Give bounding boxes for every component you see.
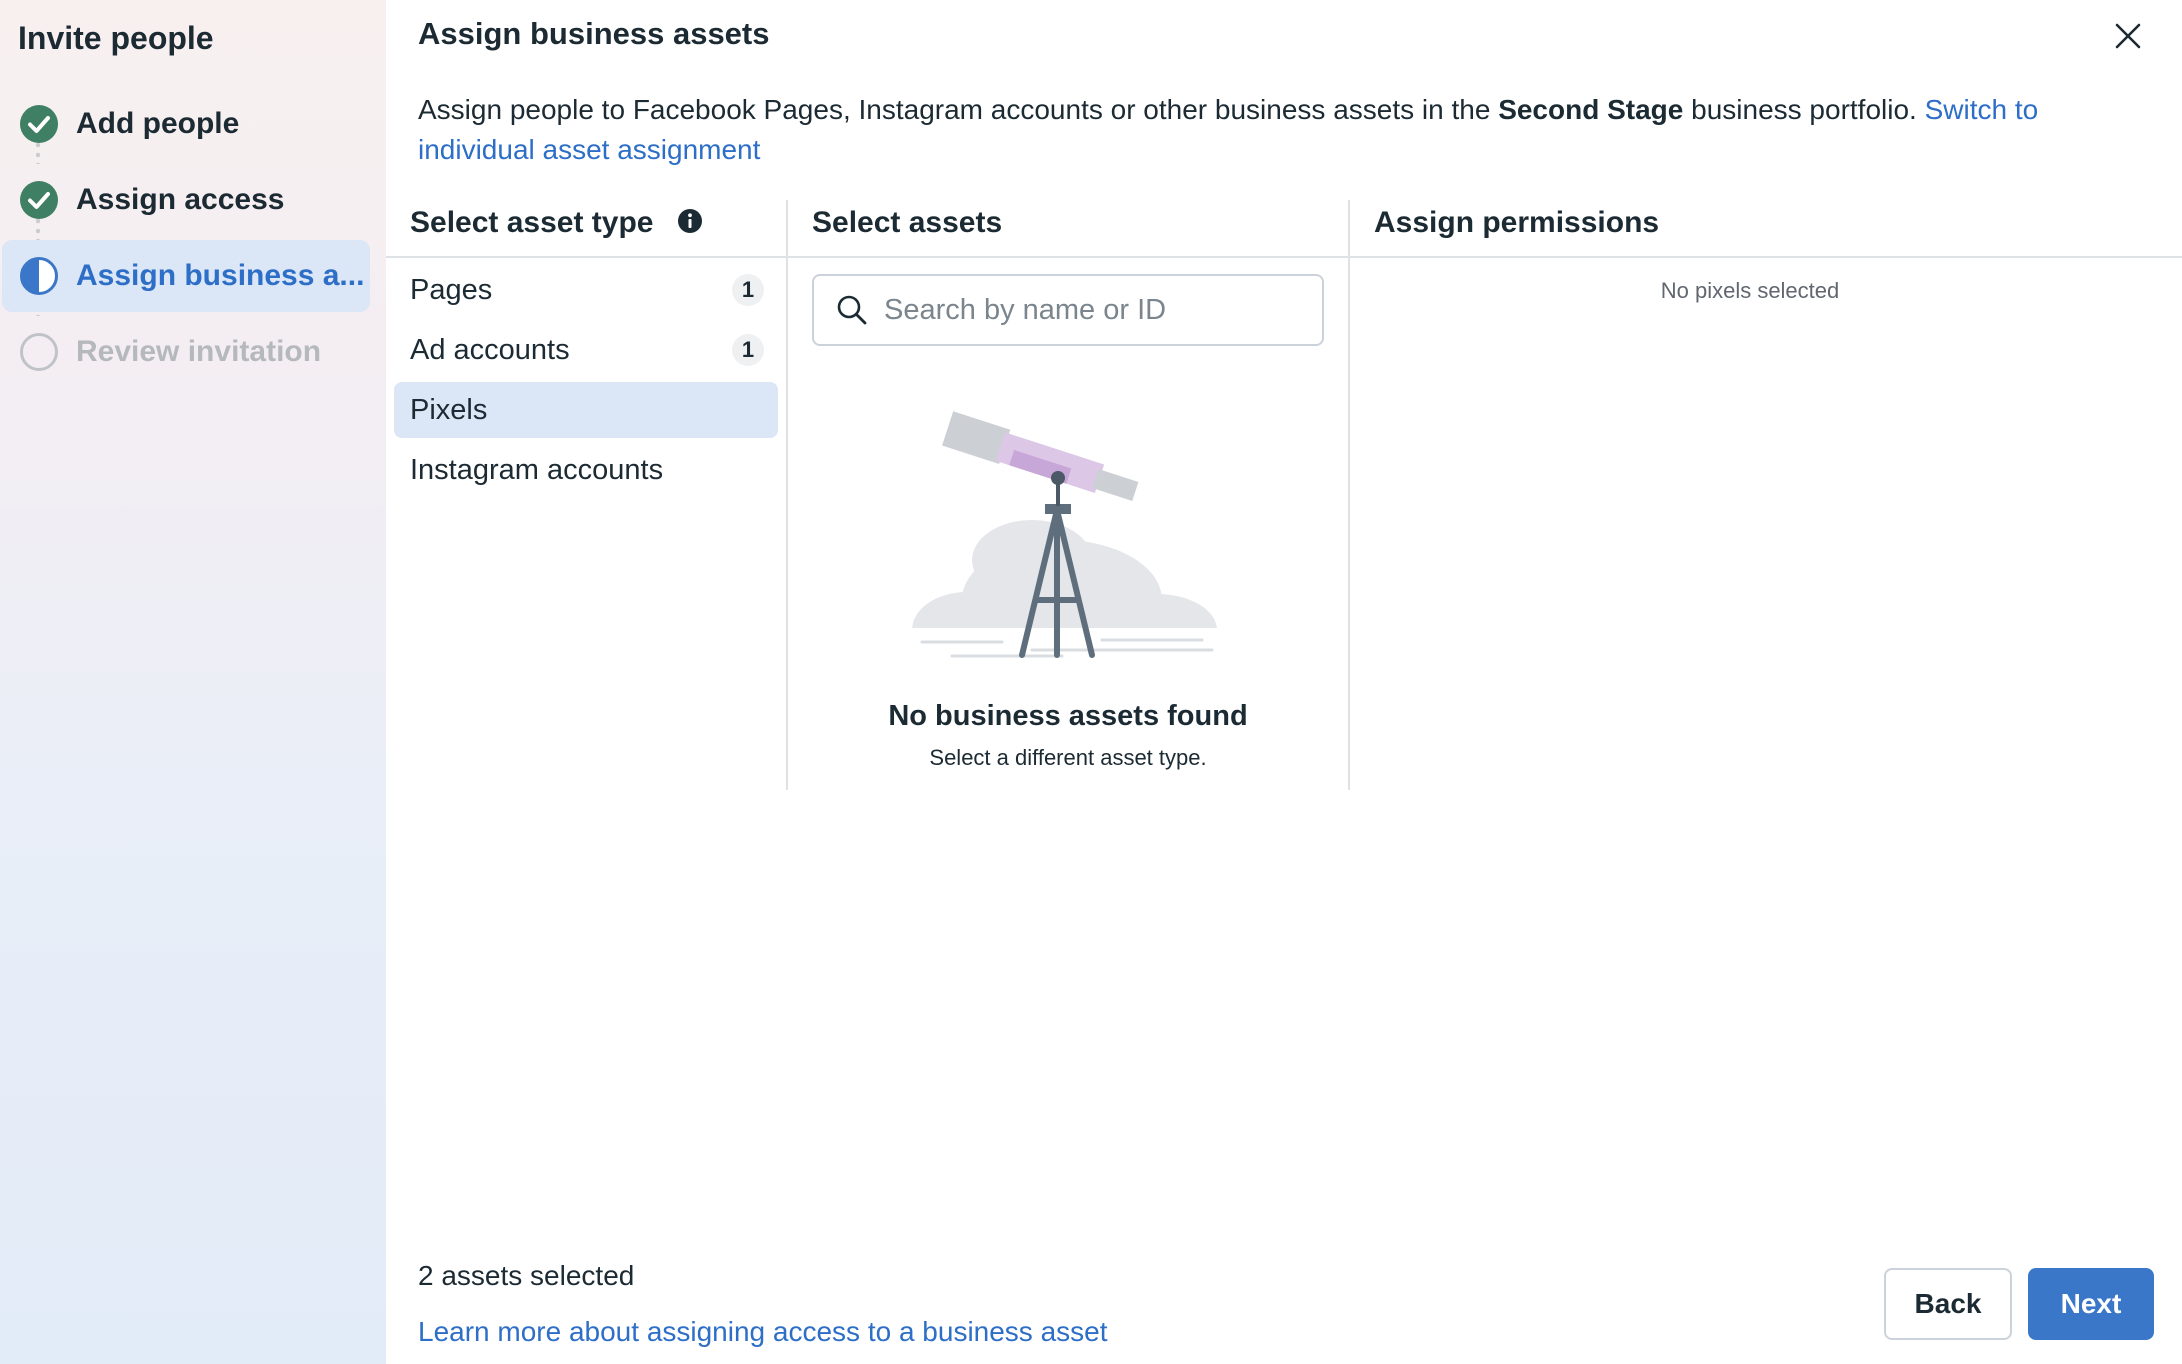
permissions-column-header: Assign permissions: [1374, 206, 1660, 239]
checkmark-circle-icon: [18, 179, 60, 221]
learn-more-link[interactable]: Learn more about assigning access to a b…: [418, 1316, 1108, 1348]
asset-type-pixels[interactable]: Pixels: [394, 382, 778, 438]
step-assign-access[interactable]: Assign access: [2, 164, 370, 236]
next-button[interactable]: Next: [2028, 1268, 2154, 1340]
step-list: Add people Assign access Assign business…: [0, 88, 386, 388]
step-add-people[interactable]: Add people: [2, 88, 370, 160]
telescope-illustration: [912, 411, 1222, 680]
step-review-invitation[interactable]: Review invitation: [2, 316, 370, 388]
half-circle-icon: [18, 255, 60, 297]
step-label: Add people: [76, 107, 240, 140]
column-header-row: Select asset type Select assets Assign p…: [386, 200, 2182, 258]
portfolio-name: Second Stage: [1498, 94, 1684, 125]
asset-type-label: Pixels: [410, 393, 488, 426]
asset-type-ad-accounts[interactable]: Ad accounts 1: [394, 322, 778, 378]
empty-state-title: No business assets found: [888, 700, 1248, 732]
step-assign-business-assets[interactable]: Assign business a...: [2, 240, 370, 312]
assets-column-header: Select assets: [812, 206, 1003, 239]
info-icon[interactable]: [677, 208, 703, 234]
asset-type-column-header: Select asset type: [410, 200, 703, 258]
search-input[interactable]: [884, 293, 1304, 327]
checkmark-circle-icon: [18, 103, 60, 145]
asset-type-label: Ad accounts: [410, 333, 570, 366]
search-box[interactable]: [812, 274, 1324, 346]
asset-type-list: Pages 1 Ad accounts 1 Pixels Instagram a…: [394, 262, 778, 502]
asset-type-instagram-accounts[interactable]: Instagram accounts: [394, 442, 778, 498]
description: Assign people to Facebook Pages, Instagr…: [418, 90, 2158, 170]
count-badge: 1: [732, 334, 764, 366]
description-text-after: business portfolio.: [1683, 94, 1925, 125]
close-button[interactable]: [2110, 18, 2146, 54]
asset-type-label: Instagram accounts: [410, 453, 664, 486]
permissions-empty-text: No pixels selected: [1660, 278, 1840, 303]
back-button[interactable]: Back: [1884, 1268, 2012, 1340]
step-label: Assign access: [76, 183, 285, 216]
step-label: Assign business a...: [76, 259, 365, 292]
assets-selected-count: 2 assets selected: [418, 1260, 635, 1291]
close-icon: [2115, 23, 2141, 49]
empty-circle-icon: [18, 331, 60, 373]
sidebar-title: Invite people: [18, 20, 214, 56]
asset-type-label: Pages: [410, 273, 493, 306]
main-panel: Assign business assets Assign people to …: [386, 0, 2182, 1364]
empty-state-subtitle: Select a different asset type.: [929, 745, 1207, 770]
sidebar: Invite people Add people Assign access A…: [0, 0, 386, 1364]
asset-type-pages[interactable]: Pages 1: [394, 262, 778, 318]
count-badge: 1: [732, 274, 764, 306]
description-text: Assign people to Facebook Pages, Instagr…: [418, 94, 1499, 125]
search-icon: [837, 295, 867, 325]
page-title: Assign business assets: [418, 16, 770, 51]
step-label: Review invitation: [76, 335, 322, 368]
asset-type-title: Select asset type: [410, 206, 654, 239]
